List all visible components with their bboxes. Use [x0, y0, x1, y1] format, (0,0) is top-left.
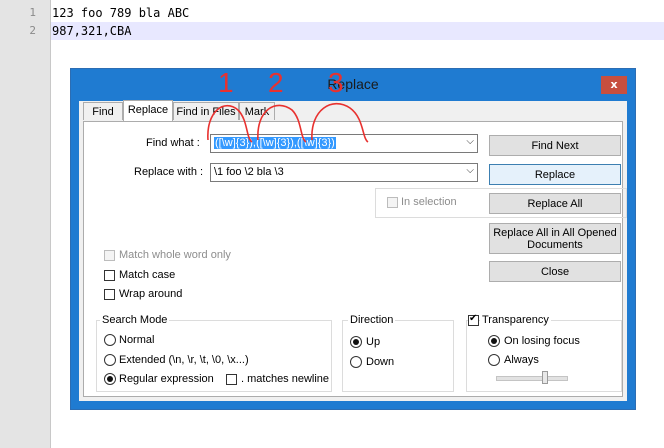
- radio-always-label: Always: [504, 354, 539, 366]
- find-next-button[interactable]: Find Next: [489, 135, 621, 156]
- find-what-label: Find what :: [146, 137, 200, 149]
- chevron-down-icon[interactable]: ⌵: [466, 136, 474, 147]
- transparency-slider-thumb[interactable]: [542, 371, 548, 384]
- match-whole-word-checkbox[interactable]: [104, 250, 115, 261]
- close-button[interactable]: Close: [489, 261, 621, 282]
- transparency-checkbox[interactable]: [468, 313, 479, 326]
- match-whole-word-label: Match whole word only: [119, 249, 231, 261]
- radio-up-label: Up: [366, 336, 381, 348]
- match-case-label: Match case: [119, 269, 176, 281]
- tab-find[interactable]: Find: [83, 102, 123, 120]
- radio-regular-expression-label: Regular expression: [119, 373, 214, 385]
- transparency-label: Transparency: [480, 314, 551, 326]
- wrap-around-checkbox[interactable]: [104, 289, 115, 300]
- direction-label: Direction: [348, 314, 396, 326]
- in-selection-label: In selection: [401, 196, 457, 208]
- matches-newline-label: . matches newline: [241, 373, 330, 385]
- code-line[interactable]: 123 foo 789 bla ABC: [51, 4, 664, 22]
- radio-regular-expression[interactable]: [104, 373, 116, 385]
- find-what-value[interactable]: ([\w]{3}),([\w]{3}),([\w]{3}): [214, 137, 336, 149]
- search-mode-label: Search Mode: [100, 314, 170, 326]
- replace-with-combo[interactable]: \1 foo \2 bla \3 ⌵: [210, 163, 478, 182]
- radio-on-losing-focus-label: On losing focus: [504, 335, 580, 347]
- replace-dialog: Replace x Find Replace Find in Files Mar…: [70, 68, 636, 410]
- dialog-titlebar[interactable]: Replace x: [71, 69, 635, 101]
- tab-find-in-files[interactable]: Find in Files: [173, 102, 239, 120]
- radio-normal-label: Normal: [119, 334, 155, 346]
- transparency-slider-track[interactable]: [496, 376, 568, 381]
- line-number: 1: [29, 6, 36, 19]
- radio-extended[interactable]: [104, 354, 116, 366]
- replace-with-label: Replace with :: [134, 166, 204, 178]
- code-line-current[interactable]: 987,321,CBA: [51, 22, 664, 40]
- radio-extended-label: Extended (\n, \r, \t, \0, \x...): [119, 354, 249, 366]
- radio-always[interactable]: [488, 354, 500, 366]
- radio-down[interactable]: [350, 356, 362, 368]
- dialog-title: Replace: [327, 76, 379, 92]
- replace-all-opened-button[interactable]: Replace All in All Opened Documents: [489, 223, 621, 254]
- replace-tab-pane: Find what : ([\w]{3}),([\w]{3}),([\w]{3}…: [83, 121, 627, 397]
- tab-replace[interactable]: Replace: [123, 100, 173, 121]
- find-what-combo[interactable]: ([\w]{3}),([\w]{3}),([\w]{3}) ⌵: [210, 134, 478, 153]
- replace-all-button[interactable]: Replace All: [489, 193, 621, 214]
- matches-newline-checkbox[interactable]: [226, 374, 237, 385]
- replace-button[interactable]: Replace: [489, 164, 621, 185]
- line-number-gutter: [0, 0, 51, 448]
- wrap-around-label: Wrap around: [119, 288, 183, 300]
- close-icon[interactable]: x: [601, 76, 627, 94]
- radio-down-label: Down: [366, 356, 395, 368]
- radio-up[interactable]: [350, 336, 362, 348]
- radio-normal[interactable]: [104, 334, 116, 346]
- in-selection-checkbox[interactable]: [387, 197, 398, 208]
- tab-mark[interactable]: Mark: [239, 102, 275, 120]
- dialog-client-area: Find Replace Find in Files Mark Find wha…: [79, 100, 627, 401]
- line-number: 2: [29, 24, 36, 37]
- radio-on-losing-focus[interactable]: [488, 335, 500, 347]
- match-case-checkbox[interactable]: [104, 270, 115, 281]
- replace-with-value[interactable]: \1 foo \2 bla \3: [214, 166, 284, 178]
- chevron-down-icon[interactable]: ⌵: [466, 165, 474, 176]
